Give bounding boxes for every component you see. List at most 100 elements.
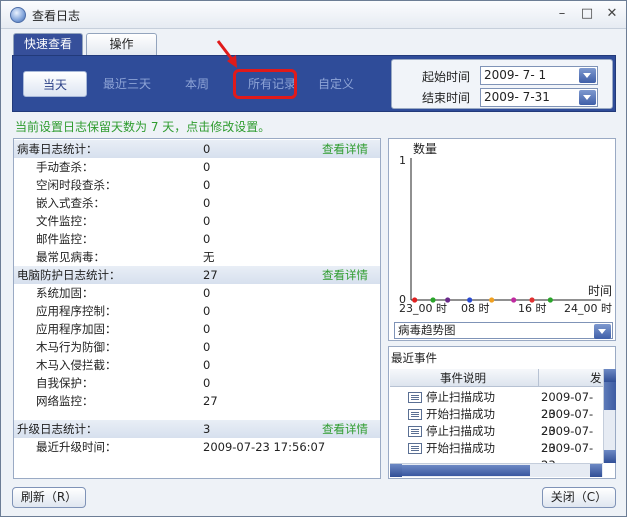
section-count: 27 [203, 268, 218, 282]
app-shield-icon [10, 7, 26, 23]
section-header-row: 升级日志统计： 3 查看详情 [14, 420, 380, 438]
stat-label: 最近升级时间： [36, 440, 117, 454]
event-document-icon [408, 426, 422, 437]
end-date-dropdown-icon[interactable] [579, 90, 596, 105]
stat-value: 0 [203, 196, 211, 210]
stat-label: 空闲时段查杀： [36, 178, 117, 192]
chart-type-select[interactable]: 病毒趋势图 [394, 322, 613, 339]
event-row[interactable]: 停止扫描成功 2009-07-23 [390, 423, 598, 455]
stat-value: 无 [203, 250, 215, 264]
stat-value: 0 [203, 214, 211, 228]
scroll-left-icon[interactable] [390, 464, 402, 477]
trend-chart-panel: 数量 1 0 时间 23_00 时 08 时 16 时 24_00 时 病毒趋势图 [388, 138, 616, 341]
chart-type-value: 病毒趋势图 [398, 323, 456, 337]
stat-label: 木马入侵拦截： [36, 358, 117, 372]
trend-chart: 数量10时间23_00 时 08 时 16 时 24_00 时 [399, 141, 612, 315]
data-point [445, 297, 451, 303]
stat-label: 应用程序控制： [36, 304, 117, 318]
stat-label: 手动查杀： [36, 160, 94, 174]
retention-notice-link[interactable]: 当前设置日志保留天数为 7 天，点击修改设置。 [15, 118, 270, 135]
chart-type-dropdown-icon[interactable] [594, 324, 611, 339]
stat-row: 应用程序加固： 0 [14, 320, 380, 338]
stat-row: 木马行为防御： 0 [14, 338, 380, 356]
stat-label: 系统加固： [36, 286, 94, 300]
filter-today-button[interactable]: 当天 [23, 71, 87, 97]
stat-label: 网络监控： [36, 394, 94, 408]
stat-row: 嵌入式查杀： 0 [14, 194, 380, 212]
stat-value: 27 [203, 394, 218, 408]
close-window-button[interactable]: ✕ [601, 5, 623, 23]
stat-label: 最常见病毒： [36, 250, 105, 264]
annotation-arrow-icon [216, 40, 237, 68]
filter-last-three-days-button[interactable]: 最近三天 [97, 71, 157, 97]
start-date-label: 起始时间 [422, 70, 471, 84]
x-tick-label: 16 时 [518, 302, 547, 315]
stat-label: 嵌入式查杀： [36, 196, 105, 210]
stat-row: 文件监控： 0 [14, 212, 380, 230]
data-point [489, 297, 495, 303]
stat-value: 0 [203, 376, 211, 390]
events-vertical-scrollbar[interactable] [603, 369, 616, 463]
start-date-field[interactable]: 2009- 7- 1 [480, 66, 598, 85]
event-description: 停止扫描成功 [426, 390, 495, 404]
event-description: 开始扫描成功 [426, 441, 495, 455]
events-horizontal-scrollbar[interactable] [390, 463, 603, 477]
stat-value: 0 [203, 286, 211, 300]
title-bar: 查看日志 – □ ✕ [1, 1, 626, 29]
start-date-dropdown-icon[interactable] [579, 68, 596, 83]
end-date-value: 2009- 7-31 [484, 90, 550, 104]
end-date-field[interactable]: 2009- 7-31 [480, 88, 598, 107]
event-document-icon [408, 392, 422, 403]
tab-operations[interactable]: 操作 [86, 33, 157, 55]
stat-value: 2009-07-23 17:56:07 [203, 440, 326, 454]
y-tick-label-max: 1 [399, 154, 406, 167]
tab-quick-view[interactable]: 快速查看 [13, 33, 83, 55]
stat-row: 最常见病毒： 无 [14, 248, 380, 266]
recent-events-title: 最近事件 [391, 351, 437, 365]
minimize-button[interactable]: – [551, 5, 573, 23]
event-row[interactable]: 开始扫描成功2009-07-23 [390, 406, 598, 438]
column-header-description[interactable]: 事件说明 [440, 369, 486, 387]
stat-value: 0 [203, 340, 211, 354]
annotation-highlight-box [233, 69, 297, 99]
scroll-thumb[interactable] [604, 382, 616, 410]
window-title: 查看日志 [32, 9, 81, 23]
event-document-icon [408, 443, 422, 454]
y-axis-label: 数量 [413, 141, 437, 156]
scroll-right-icon[interactable] [590, 464, 602, 477]
stat-row: 邮件监控： 0 [14, 230, 380, 248]
refresh-button[interactable]: 刷新（R） [12, 487, 86, 508]
scroll-down-icon[interactable] [604, 450, 616, 463]
data-point [467, 297, 473, 303]
stat-row: 空闲时段查杀： 0 [14, 176, 380, 194]
scroll-up-icon[interactable] [604, 369, 616, 382]
view-details-link[interactable]: 查看详情 [322, 266, 368, 284]
event-description: 开始扫描成功 [426, 407, 495, 421]
horizontal-scroll-thumb[interactable] [402, 465, 530, 476]
column-header-time[interactable]: 发 [590, 369, 602, 387]
stat-row: 最近升级时间： 2009-07-23 17:56:07 [14, 438, 380, 456]
event-row[interactable]: 开始扫描成功2009-07-23 [390, 440, 598, 472]
view-details-link[interactable]: 查看详情 [322, 420, 368, 438]
stat-row: 自我保护： 0 [14, 374, 380, 392]
stat-row: 网络监控： 27 [14, 392, 380, 410]
recent-events-panel: 最近事件 事件说明 发 停止扫描成功 2009-07-23 开始扫描成功 2009-0… [388, 346, 616, 479]
x-axis-label: 时间 [588, 284, 612, 298]
view-details-link[interactable]: 查看详情 [322, 140, 368, 158]
data-point [430, 297, 436, 303]
section-label: 电脑防护日志统计： [17, 268, 121, 282]
filter-custom-button[interactable]: 自定义 [309, 71, 363, 97]
section-header-row: 电脑防护日志统计： 27 查看详情 [14, 266, 380, 284]
data-point [412, 297, 418, 303]
stat-label: 木马行为防御： [36, 340, 117, 354]
maximize-button[interactable]: □ [576, 5, 598, 23]
filter-this-week-button[interactable]: 本周 [171, 71, 223, 97]
x-tick-label: 08 时 [461, 302, 490, 315]
close-button[interactable]: 关闭（C） [542, 487, 616, 508]
event-row[interactable]: 停止扫描成功 2009-07-23 [390, 389, 598, 421]
section-header-row: 病毒日志统计： 0 查看详情 [14, 140, 380, 158]
stat-value: 0 [203, 304, 211, 318]
data-point [529, 297, 535, 303]
stat-value: 0 [203, 322, 211, 336]
stat-label: 自我保护： [36, 376, 94, 390]
